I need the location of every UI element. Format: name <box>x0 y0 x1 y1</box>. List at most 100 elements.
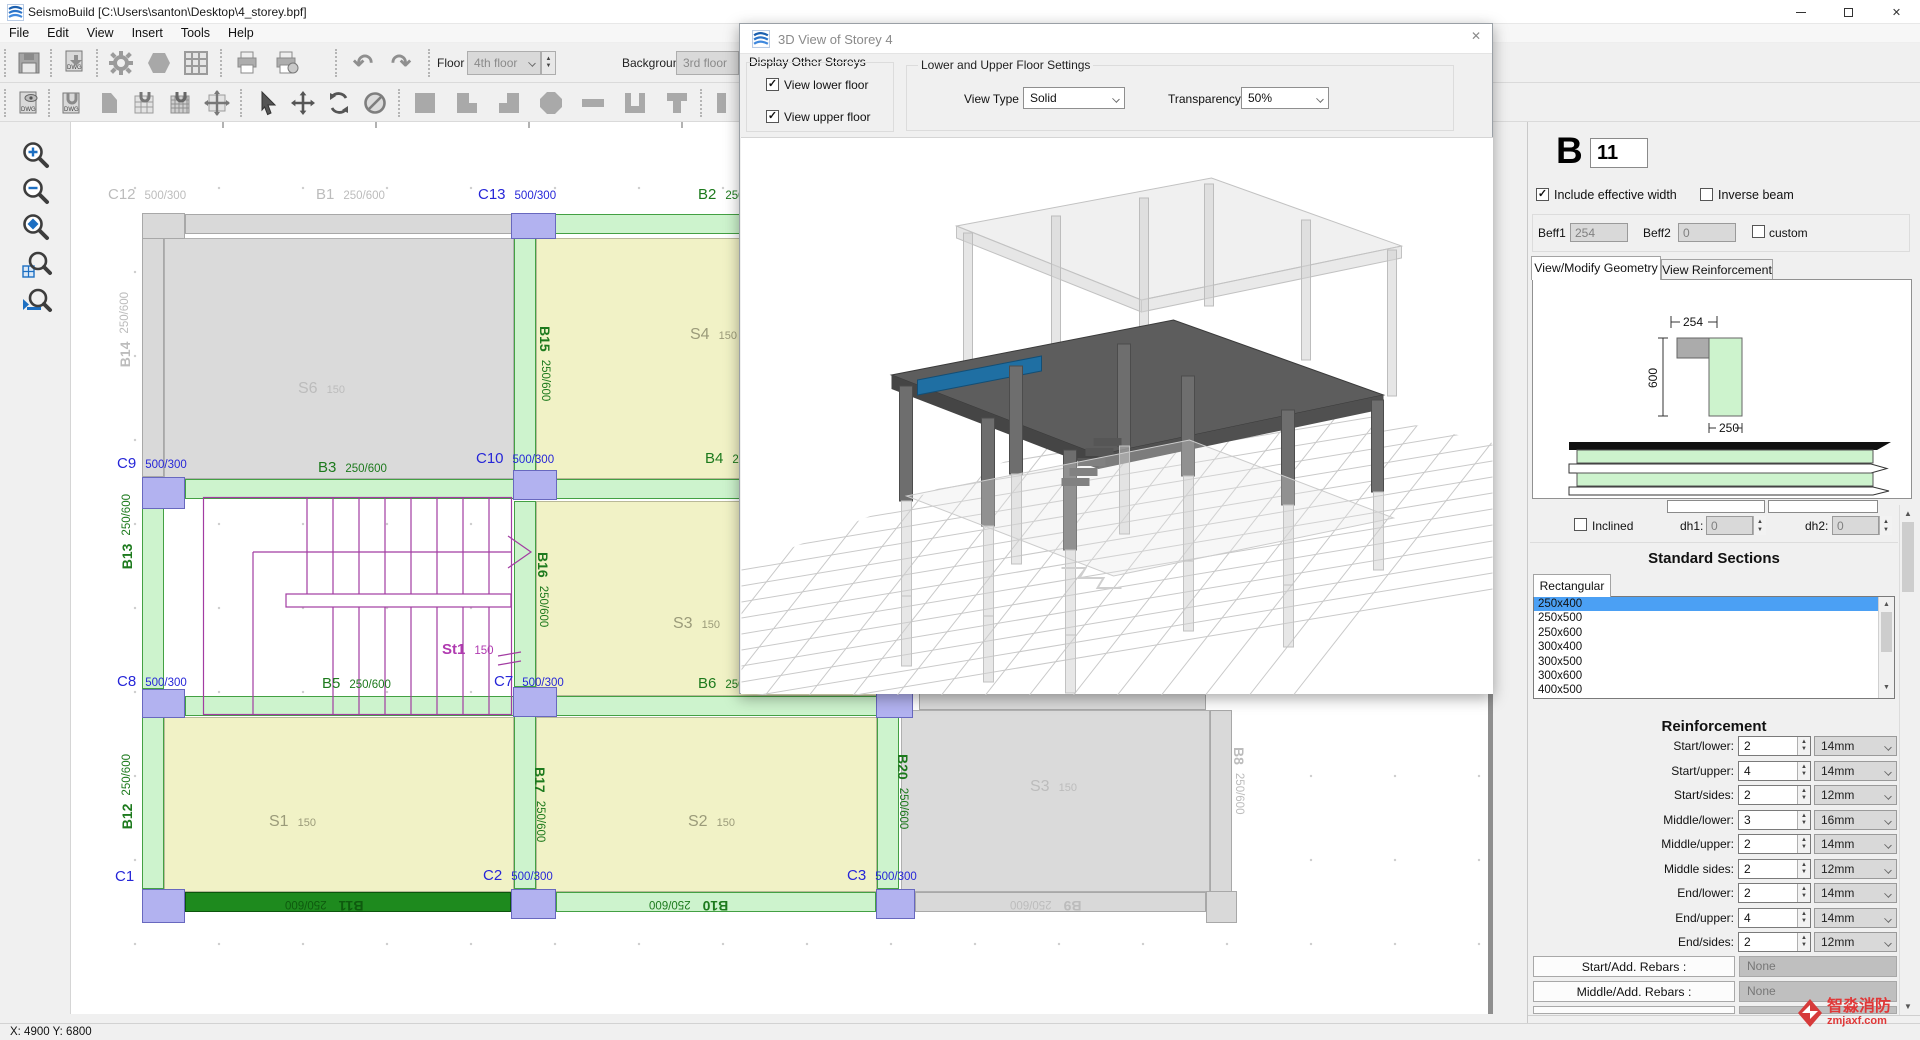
zoom-previous-icon[interactable] <box>16 285 56 321</box>
beam-b3[interactable] <box>185 479 515 499</box>
transparency-select[interactable]: 50% <box>1241 87 1329 109</box>
rebar-diameter-select[interactable]: 14mm <box>1814 736 1897 756</box>
section-step-button[interactable] <box>490 86 528 120</box>
beam-b8-background[interactable] <box>1210 710 1232 892</box>
beam-number-input[interactable]: 11 <box>1590 138 1648 168</box>
zoom-window-icon[interactable] <box>16 248 56 284</box>
slab-s2[interactable] <box>536 717 877 892</box>
menu-help[interactable]: Help <box>219 24 263 42</box>
beam-b12[interactable] <box>142 717 164 889</box>
move-tool-button[interactable] <box>284 86 322 120</box>
import-dwg-button[interactable]: DWG <box>56 46 94 80</box>
slab-s1[interactable] <box>164 717 514 892</box>
rebar-count-input[interactable]: 2▲▼ <box>1738 834 1811 854</box>
rebar-diameter-select[interactable]: 12mm <box>1814 859 1897 879</box>
rebar-diameter-select[interactable]: 14mm <box>1814 834 1897 854</box>
column-background-right[interactable] <box>1206 891 1237 923</box>
column-c12-background[interactable] <box>142 213 185 239</box>
column-c3[interactable] <box>876 889 915 919</box>
middle-add-rebars-button[interactable]: Middle/Add. Rebars : <box>1533 981 1735 1002</box>
rebar-diameter-select[interactable]: 14mm <box>1814 908 1897 928</box>
three-d-viewport[interactable] <box>741 137 1493 694</box>
custom-checkbox[interactable] <box>1752 225 1765 238</box>
rebar-diameter-select[interactable]: 14mm <box>1814 883 1897 903</box>
rebar-count-input[interactable]: 4▲▼ <box>1738 908 1811 928</box>
maximize-button[interactable] <box>1826 0 1871 24</box>
view-lower-floor-checkbox[interactable]: ✓ <box>766 78 779 91</box>
rebar-diameter-select[interactable]: 12mm <box>1814 785 1897 805</box>
menu-file[interactable]: File <box>0 24 38 42</box>
beam-b14-background[interactable] <box>142 238 164 477</box>
grid-snap-button[interactable] <box>126 86 164 120</box>
column-c1[interactable] <box>142 889 185 923</box>
beam-b13[interactable] <box>142 508 164 689</box>
menu-tools[interactable]: Tools <box>172 24 219 42</box>
dh2-stepper[interactable]: ▲▼ <box>1879 516 1892 535</box>
clipped-field-1[interactable] <box>1667 500 1765 513</box>
settings-gear-button[interactable] <box>102 46 140 80</box>
menu-edit[interactable]: Edit <box>38 24 78 42</box>
menu-insert[interactable]: Insert <box>123 24 172 42</box>
section-item[interactable]: 300x400 <box>1534 640 1894 654</box>
print-preview-button[interactable] <box>268 46 306 80</box>
dh1-input[interactable]: 0 <box>1706 516 1753 535</box>
sections-listbox[interactable]: 250x400 250x500 250x600 300x400 300x500 … <box>1533 596 1895 699</box>
column-c13[interactable] <box>511 213 556 239</box>
polygon-tool-button[interactable] <box>140 46 178 80</box>
grid-snap-fine-button[interactable] <box>162 86 200 120</box>
rebar-count-input[interactable]: 2▲▼ <box>1738 859 1811 879</box>
disable-tool-button[interactable] <box>356 86 394 120</box>
column-c8[interactable] <box>142 689 185 718</box>
section-ushape-button[interactable] <box>616 86 654 120</box>
slab-s3-background[interactable] <box>901 710 1210 892</box>
rebar-count-input[interactable]: 2▲▼ <box>1738 785 1811 805</box>
beff1-input[interactable]: 254 <box>1570 223 1628 242</box>
slab-s6-background[interactable] <box>164 238 514 479</box>
rebar-count-input[interactable]: 2▲▼ <box>1738 932 1811 952</box>
dwg-snap-button[interactable]: DWG <box>53 86 91 120</box>
beam-b15[interactable] <box>514 238 536 472</box>
print-button[interactable] <box>228 46 266 80</box>
move-grid-button[interactable] <box>198 86 236 120</box>
region-tool-button[interactable] <box>90 86 128 120</box>
rebar-count-input[interactable]: 3▲▼ <box>1738 810 1811 830</box>
dwg-view-button[interactable]: DWG <box>10 86 48 120</box>
rebar-diameter-select[interactable]: 12mm <box>1814 932 1897 952</box>
beam-b6[interactable] <box>556 696 878 716</box>
section-item[interactable]: 250x600 <box>1534 626 1894 640</box>
close-button[interactable]: ✕ <box>1874 0 1919 24</box>
floor-stepper[interactable]: ▲▼ <box>541 51 556 75</box>
tab-rectangular[interactable]: Rectangular <box>1533 574 1611 597</box>
menu-view[interactable]: View <box>78 24 123 42</box>
column-c10[interactable] <box>513 470 557 500</box>
zoom-out-icon[interactable] <box>16 174 56 210</box>
section-item-selected[interactable]: 250x400 <box>1534 597 1894 611</box>
clipped-field-2[interactable] <box>1768 500 1878 513</box>
grid-settings-button[interactable] <box>177 46 215 80</box>
tab-view-reinforcement[interactable]: View Reinforcement <box>1661 259 1773 280</box>
redo-button[interactable]: ↷ <box>382 46 420 80</box>
floor-select[interactable]: 4th floor <box>467 51 541 75</box>
zoom-extents-icon[interactable] <box>16 210 56 246</box>
start-add-rebars-button[interactable]: Start/Add. Rebars : <box>1533 956 1735 977</box>
select-cursor-button[interactable] <box>248 86 286 120</box>
section-item[interactable]: 300x600 <box>1534 669 1894 683</box>
minimize-button[interactable] <box>1778 0 1823 24</box>
dialog-title-bar[interactable]: 3D View of Storey 4 ✕ <box>740 24 1492 54</box>
sections-scrollbar[interactable]: ▲ ▼ <box>1878 597 1894 698</box>
rebar-count-input[interactable]: 2▲▼ <box>1738 736 1811 756</box>
rebar-diameter-select[interactable]: 14mm <box>1814 761 1897 781</box>
include-effective-width-checkbox[interactable]: ✓ <box>1536 188 1549 201</box>
rebar-count-input[interactable]: 4▲▼ <box>1738 761 1811 781</box>
panel-scrollbar[interactable]: ▲ ▼ <box>1899 505 1916 1015</box>
save-button[interactable] <box>10 46 48 80</box>
rebar-diameter-select[interactable]: 16mm <box>1814 810 1897 830</box>
rebar-count-input[interactable]: 2▲▼ <box>1738 883 1811 903</box>
clipped-rebars-button[interactable] <box>1533 1006 1735 1014</box>
section-square-button[interactable] <box>406 86 444 120</box>
section-lshape-button[interactable] <box>448 86 486 120</box>
section-item[interactable]: 300x500 <box>1534 655 1894 669</box>
background-select[interactable]: 3rd floor <box>676 51 739 75</box>
undo-button[interactable]: ↶ <box>344 46 382 80</box>
section-item[interactable]: 400x500 <box>1534 683 1894 697</box>
